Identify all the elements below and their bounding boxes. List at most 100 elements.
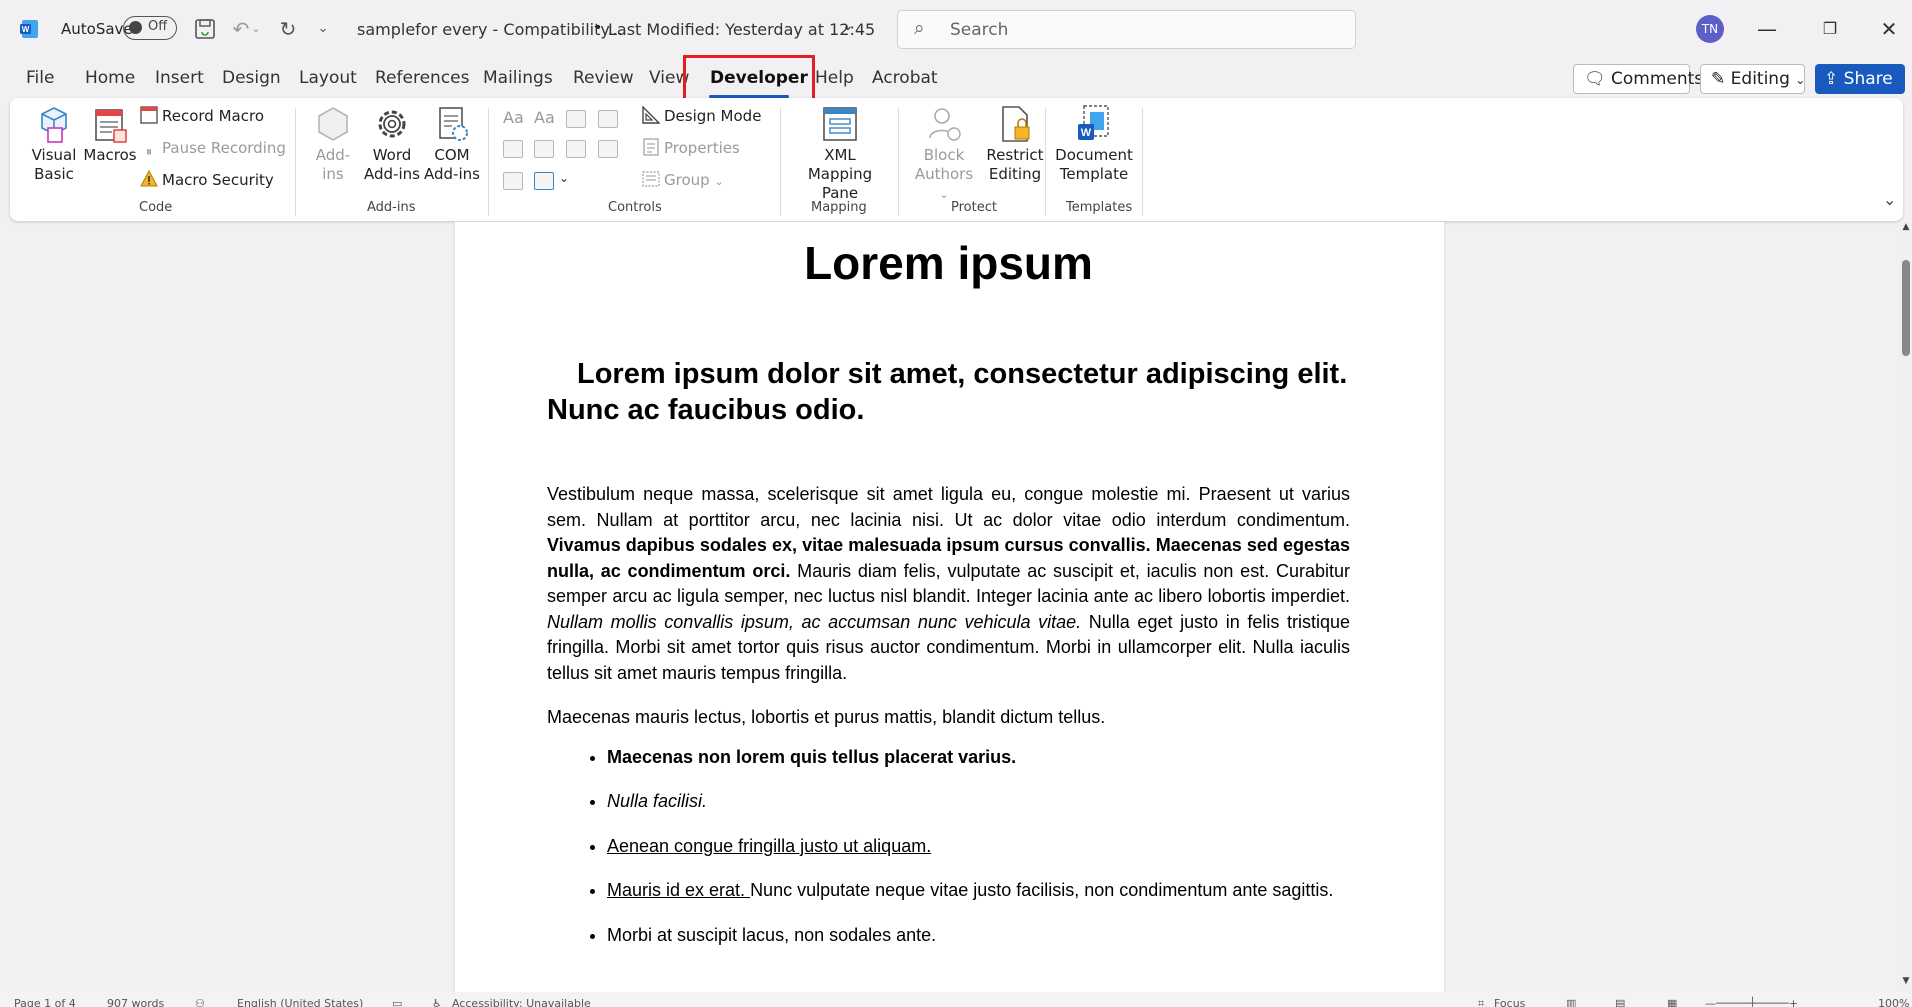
customize-toolbar-icon[interactable]: ⌄ — [310, 16, 336, 42]
tab-mailings[interactable]: Mailings — [483, 68, 553, 88]
tab-help[interactable]: Help — [815, 68, 854, 88]
close-icon[interactable]: ✕ — [1874, 14, 1904, 44]
plain-text-control-icon[interactable]: Aa — [534, 108, 555, 127]
scrollbar-thumb[interactable] — [1902, 260, 1910, 356]
share-label: Share — [1843, 69, 1893, 89]
chevron-down-icon[interactable]: ⌄ — [559, 171, 569, 185]
mapping-group-label: Mapping — [811, 200, 867, 215]
search-box[interactable]: ⌕ Search — [897, 10, 1356, 49]
undo-dropdown-icon[interactable]: ⌄ — [250, 16, 262, 42]
block-authors-icon — [929, 108, 961, 141]
block-authors-button[interactable]: Block Authors ⌄ — [909, 104, 979, 204]
group-separator — [780, 108, 781, 216]
restore-icon[interactable]: ❐ — [1815, 14, 1845, 44]
document-template-icon: W — [1078, 105, 1109, 140]
visual-basic-button[interactable]: Visual Basic — [24, 104, 84, 184]
page-content: Lorem ipsum Lorem ipsum dolor sit amet, … — [547, 222, 1350, 967]
com-add-ins-label: COM Add-ins — [424, 146, 480, 183]
accessibility-icon: ♿ — [432, 997, 442, 1007]
vertical-scrollbar[interactable]: ▲ ▼ — [1900, 222, 1912, 992]
document-subheading: Lorem ipsum dolor sit amet, consectetur … — [547, 358, 1348, 426]
visual-basic-icon — [41, 107, 67, 143]
accessibility-status[interactable]: Accessibility: Unavailable — [452, 997, 591, 1007]
paragraph-1: Vestibulum neque massa, scelerisque sit … — [547, 482, 1350, 686]
share-button[interactable]: ⇪ Share ⌄ — [1815, 64, 1905, 117]
avatar[interactable]: TN — [1696, 15, 1724, 43]
web-layout-icon[interactable]: ▦ — [1667, 997, 1677, 1007]
visual-basic-label: Visual Basic — [31, 146, 77, 183]
legacy-tools-icon[interactable] — [534, 172, 554, 190]
com-add-ins-button[interactable]: COM Add-ins — [422, 104, 482, 184]
block-authors-label: Block Authors — [914, 146, 974, 183]
group-separator — [1142, 108, 1143, 216]
page-count[interactable]: Page 1 of 4 — [14, 997, 76, 1007]
picture-control-icon[interactable] — [566, 110, 586, 128]
tab-review[interactable]: Review — [573, 68, 634, 88]
group-separator — [898, 108, 899, 216]
tab-insert[interactable]: Insert — [155, 68, 204, 88]
bold-run: Maecenas non lorem quis tellus placerat … — [607, 746, 1017, 767]
record-macro-button[interactable]: Record Macro — [140, 106, 264, 126]
drop-down-control-icon[interactable] — [566, 140, 586, 158]
tab-acrobat[interactable]: Acrobat — [872, 68, 938, 88]
word-count[interactable]: 907 words — [107, 997, 164, 1007]
record-macro-icon — [140, 106, 158, 124]
developer-ribbon: Visual Basic Macros Record Macro ⏸ Pause … — [10, 98, 1903, 221]
macros-button[interactable]: Macros — [80, 104, 140, 165]
repeating-section-control-icon[interactable] — [503, 172, 523, 190]
pencil-icon: ✎ — [1711, 69, 1726, 89]
print-layout-icon[interactable]: ▤ — [1615, 997, 1625, 1007]
group-button[interactable]: Group ⌄ — [642, 170, 724, 192]
add-ins-button[interactable]: Add-ins — [308, 104, 358, 184]
rich-text-control-icon[interactable]: Aa — [503, 108, 524, 127]
scroll-up-icon[interactable]: ▲ — [1900, 222, 1912, 232]
last-modified[interactable]: Last Modified: Yesterday at 12:45 — [608, 20, 875, 39]
tab-design[interactable]: Design — [222, 68, 281, 88]
combo-box-control-icon[interactable] — [534, 140, 554, 158]
document-title[interactable]: samplefor every - Compatibility... — [357, 20, 623, 39]
comments-button[interactable]: 🗨 Comments — [1573, 64, 1703, 94]
design-mode-button[interactable]: Design Mode — [642, 106, 761, 126]
xml-mapping-pane-button[interactable]: XML Mapping Pane — [790, 104, 890, 203]
tab-layout[interactable]: Layout — [299, 68, 357, 88]
pause-recording-button[interactable]: ⏸ Pause Recording — [140, 138, 286, 161]
status-bar: Page 1 of 4 907 words ⚇ English (United … — [0, 992, 1912, 1007]
collapse-ribbon-icon[interactable]: ⌄ — [1883, 190, 1896, 209]
editing-mode-button[interactable]: ✎ Editing ⌄ — [1700, 64, 1805, 94]
redo-icon[interactable]: ↻ — [275, 16, 301, 42]
document-page[interactable]: Lorem ipsum Lorem ipsum dolor sit amet, … — [455, 222, 1444, 992]
autosave-toggle[interactable]: Off — [123, 16, 177, 40]
add-ins-icon — [318, 107, 348, 141]
macro-security-button[interactable]: Macro Security — [140, 170, 274, 190]
properties-button[interactable]: Properties — [642, 138, 740, 158]
read-mode-icon[interactable]: ▥ — [1566, 997, 1576, 1007]
document-template-label: Document Template — [1055, 146, 1133, 183]
building-block-control-icon[interactable] — [598, 110, 618, 128]
document-template-button[interactable]: W Document Template — [1052, 104, 1136, 184]
focus-button[interactable]: Focus — [1494, 997, 1525, 1007]
separator-dot-icon: • — [594, 20, 603, 36]
paragraph-2: Maecenas mauris lectus, lobortis et puru… — [547, 707, 1106, 727]
text-predictions-icon[interactable]: ▭ — [392, 997, 402, 1007]
proofing-icon[interactable]: ⚇ — [195, 997, 205, 1007]
chevron-down-icon: ⌄ — [1795, 73, 1806, 87]
add-ins-group-label: Add-ins — [367, 200, 416, 215]
language[interactable]: English (United States) — [237, 997, 363, 1007]
word-add-ins-button[interactable]: Word Add-ins — [362, 104, 422, 184]
macros-label: Macros — [83, 146, 137, 164]
record-macro-label: Record Macro — [162, 107, 264, 125]
chevron-down-icon[interactable]: ⌄ — [842, 18, 854, 34]
restrict-editing-button[interactable]: Restrict Editing — [982, 104, 1048, 184]
autosave-state: Off — [148, 19, 168, 34]
date-picker-control-icon[interactable] — [598, 140, 618, 158]
pause-icon: ⏸ — [145, 145, 153, 160]
minimize-icon[interactable]: — — [1752, 14, 1782, 44]
tab-home[interactable]: Home — [85, 68, 135, 88]
tab-references[interactable]: References — [375, 68, 469, 88]
zoom-level[interactable]: 100% — [1878, 997, 1909, 1007]
tab-file[interactable]: File — [26, 68, 54, 88]
scroll-down-icon[interactable]: ▼ — [1900, 976, 1912, 986]
zoom-slider[interactable]: —─────┼─────+ — [1705, 997, 1798, 1007]
check-box-control-icon[interactable] — [503, 140, 523, 158]
save-icon[interactable] — [192, 16, 218, 42]
